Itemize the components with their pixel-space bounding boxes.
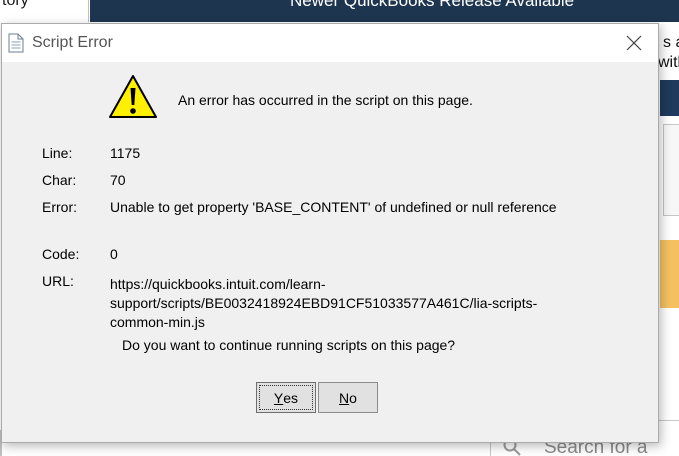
error-message: Unable to get property 'BASE_CONTENT' of… xyxy=(110,199,557,215)
background-text-fragment: with xyxy=(658,54,679,71)
error-label: Error: xyxy=(42,199,77,215)
background-left-panel: tory xyxy=(0,0,89,22)
warning-icon xyxy=(109,75,157,118)
code-label: Code: xyxy=(42,246,80,262)
background-left-text: tory xyxy=(2,0,29,9)
no-button[interactable]: No xyxy=(318,382,378,413)
yes-button[interactable]: Yes xyxy=(256,382,316,413)
code-value: 0 xyxy=(110,246,118,262)
background-header-text: Newer QuickBooks Release Available xyxy=(290,0,575,10)
line-label: Line: xyxy=(42,145,73,161)
continue-question: Do you want to continue running scripts … xyxy=(122,337,456,353)
background-header-bar: Newer QuickBooks Release Available xyxy=(90,0,679,22)
background-text-fragment: s a xyxy=(663,34,679,51)
no-label-rest: o xyxy=(349,389,357,406)
line-value: 1175 xyxy=(110,145,141,161)
script-error-dialog: Script Error An error has occurred in th… xyxy=(1,23,659,443)
char-value: 70 xyxy=(110,172,126,188)
error-headline: An error has occurred in the script on t… xyxy=(178,92,473,108)
background-navy-strip xyxy=(660,80,679,116)
char-label: Char: xyxy=(42,172,77,188)
dialog-titlebar[interactable]: Script Error xyxy=(2,24,658,62)
screen: tory Newer QuickBooks Release Available … xyxy=(0,0,679,456)
yes-label-rest: es xyxy=(283,389,299,406)
yes-mnemonic: Y xyxy=(273,389,284,406)
dialog-title: Script Error xyxy=(32,34,113,51)
background-panel xyxy=(663,124,679,216)
close-icon xyxy=(626,35,642,51)
url-value: https://quickbooks.intuit.com/learn-supp… xyxy=(110,276,538,330)
no-mnemonic: N xyxy=(339,389,350,406)
document-icon xyxy=(8,33,24,53)
background-orange-banner xyxy=(660,240,679,308)
close-button[interactable] xyxy=(616,28,652,58)
url-label: URL: xyxy=(42,273,74,289)
